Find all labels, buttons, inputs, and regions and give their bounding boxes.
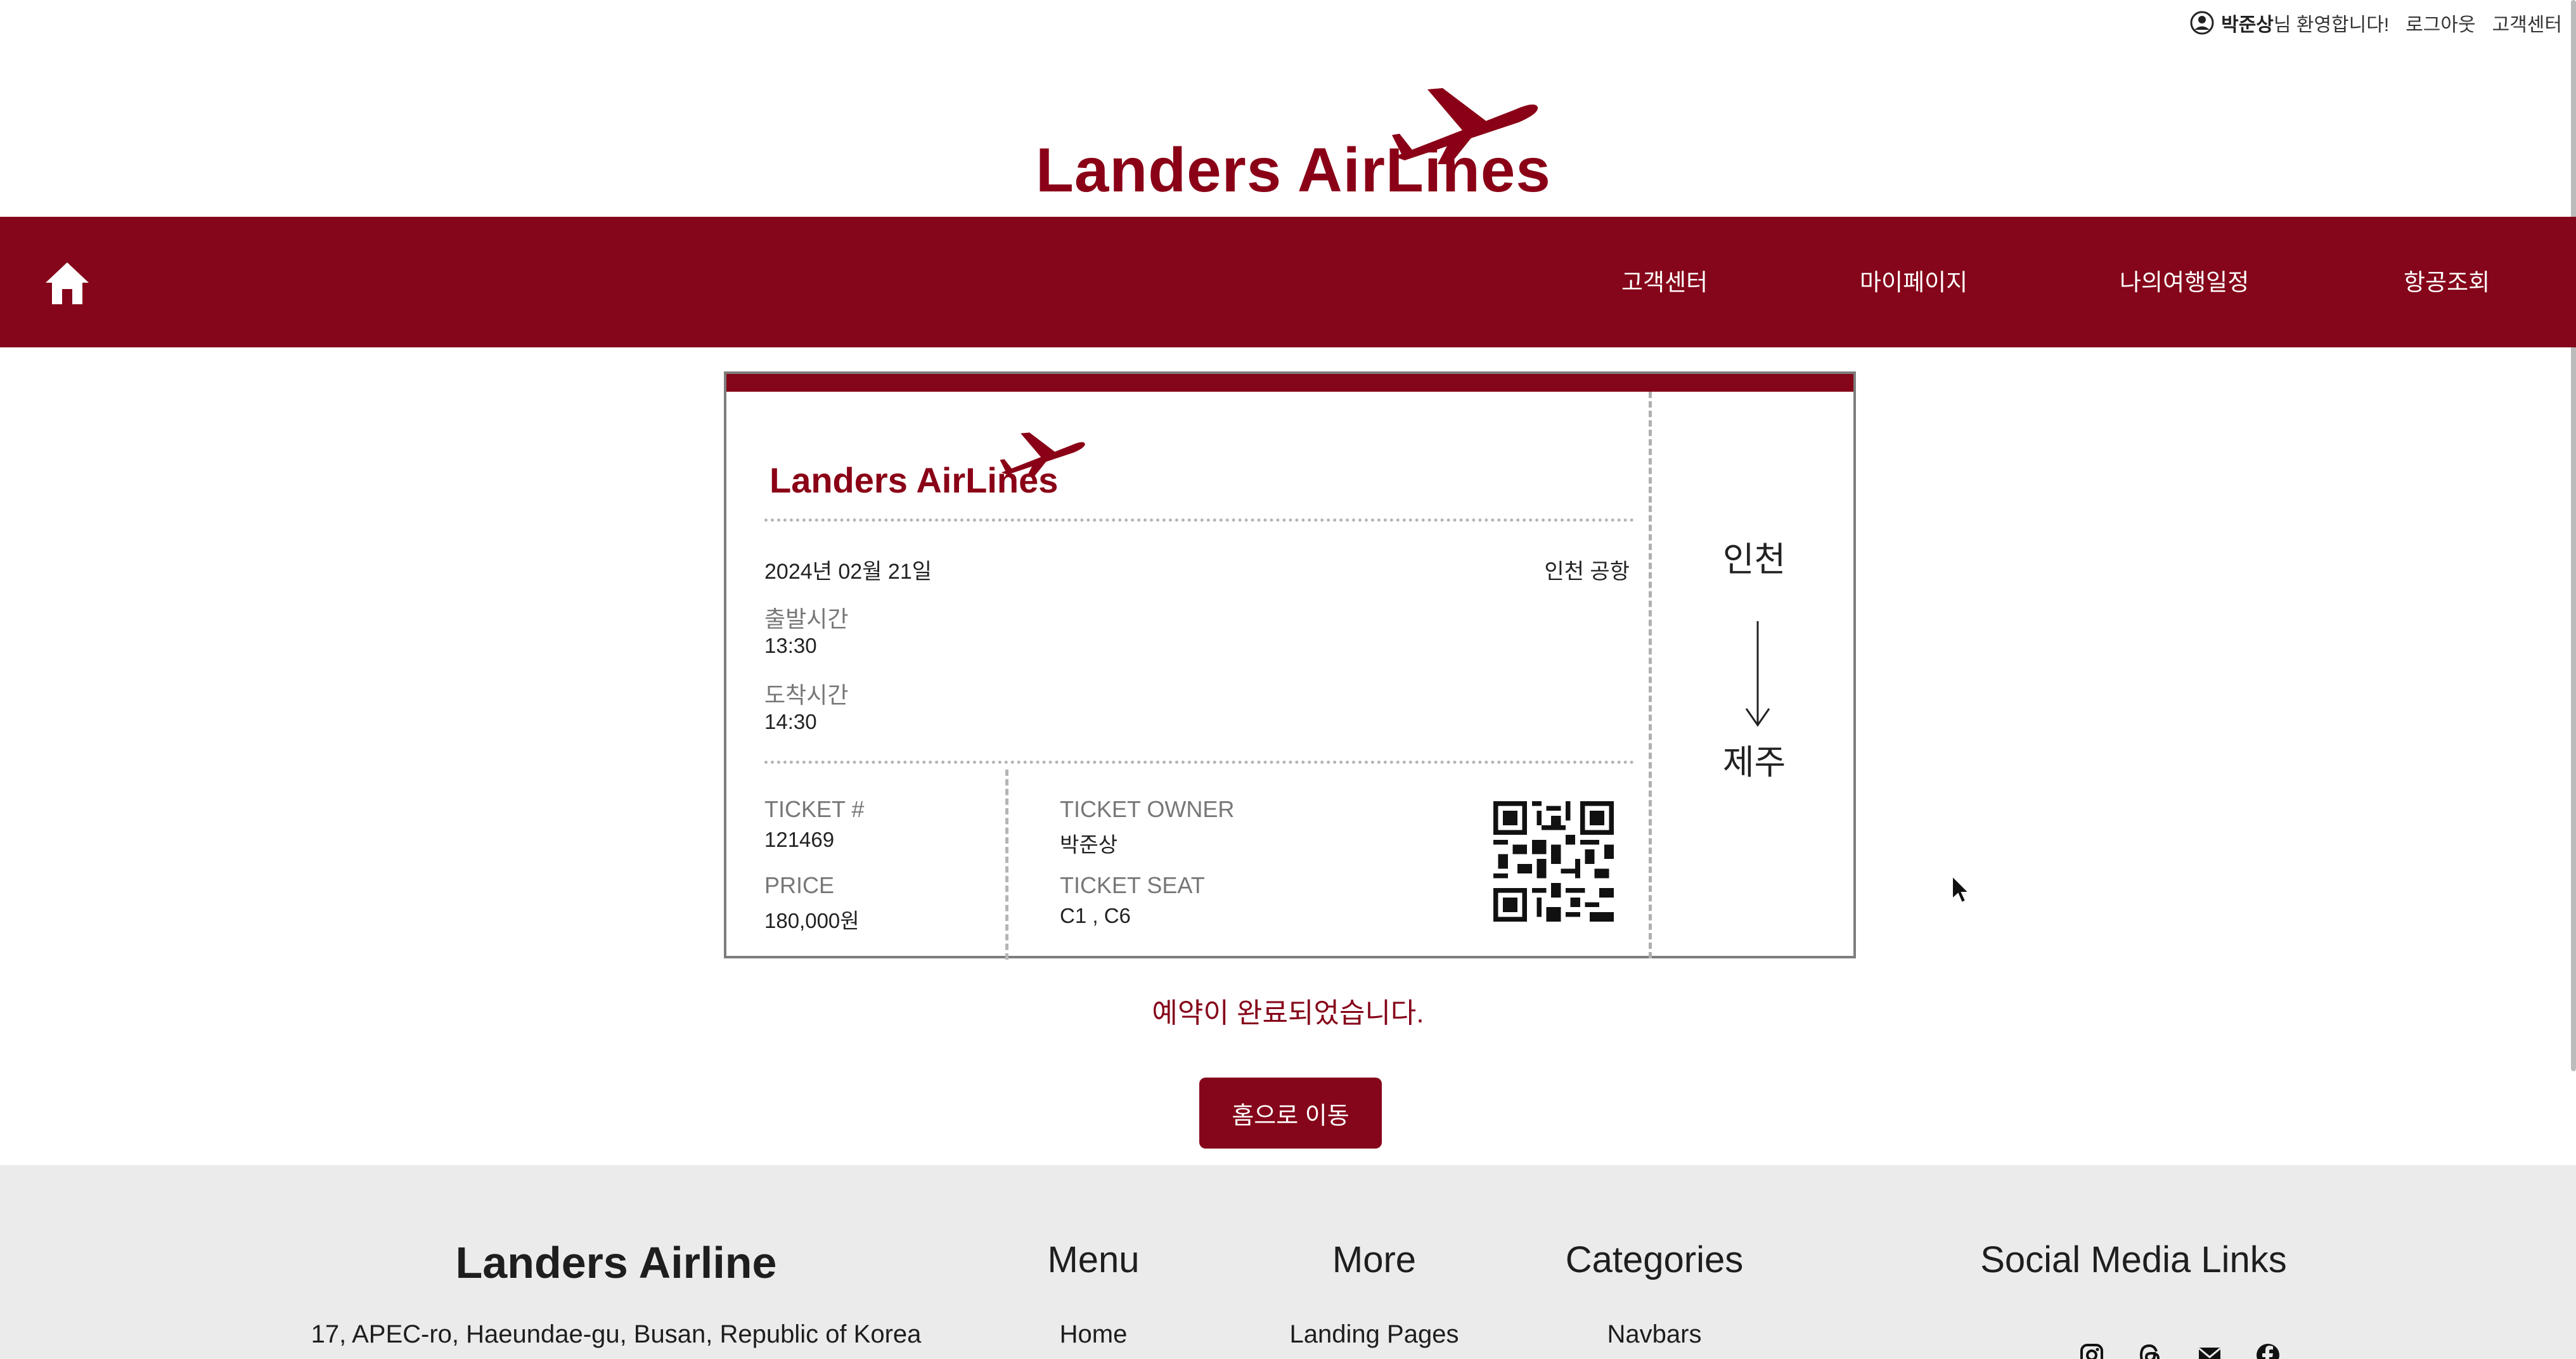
user-greeting: 박준상님 환영합니다! (2189, 9, 2389, 37)
flight-date: 2024년 02월 21일 (764, 560, 932, 584)
boarding-ticket: Landers AirLines 2024년 02월 21일 인천 공항 출발시… (724, 371, 1856, 960)
brand-logo-text: Landers AirLines (1036, 135, 1551, 205)
footer-link-home[interactable]: Home (1060, 1320, 1128, 1349)
departure-airport: 인천 공항 (1544, 560, 1630, 584)
ticket-seat-label: TICKET SEAT (1060, 872, 1205, 898)
arrow-down-icon (1745, 621, 1770, 727)
destination-city: 제주 (1722, 744, 1786, 782)
footer: Landers Airline 17, APEC-ro, Haeundae-gu… (0, 1165, 2576, 1359)
footer-link-navbars[interactable]: Navbars (1607, 1320, 1702, 1349)
top-utility-bar: 박준상님 환영합니다! 로그아웃 고객센터 (2189, 9, 2562, 37)
facebook-icon[interactable] (2255, 1343, 2281, 1359)
nav-item-my-trips[interactable]: 나의여행일정 (2120, 263, 2249, 297)
home-icon[interactable] (43, 259, 91, 307)
scrollbar[interactable] (2571, 0, 2576, 1071)
confirmation-message: 예약이 완료되었습니다. (1152, 998, 1424, 1029)
user-circle-icon (2190, 11, 2214, 35)
ticket-owner: 박준상 (1060, 833, 1118, 856)
footer-more-title: More (1332, 1239, 1417, 1280)
footer-social-title: Social Media Links (1980, 1239, 2287, 1280)
departure-label: 출발시간 (764, 606, 849, 632)
price-label: PRICE (764, 872, 835, 898)
ticket-seat: C1 , C6 (1060, 904, 1131, 927)
nav-item-support[interactable]: 고객센터 (1621, 263, 1708, 297)
ticket-top-strip (726, 374, 1853, 392)
footer-address: 17, APEC-ro, Haeundae-gu, Busan, Republi… (311, 1320, 922, 1348)
logout-link[interactable]: 로그아웃 (2405, 9, 2475, 37)
footer-menu-title: Menu (1047, 1239, 1140, 1280)
mail-icon[interactable] (2197, 1343, 2222, 1359)
threads-icon[interactable] (2137, 1343, 2163, 1359)
footer-link-landing-pages[interactable]: Landing Pages (1290, 1320, 1459, 1349)
divider-dashed-vertical (1005, 770, 1008, 960)
ticket-main: Landers AirLines 2024년 02월 21일 인천 공항 출발시… (726, 392, 1652, 960)
departure-time: 13:30 (764, 634, 817, 657)
nav-item-flight-search[interactable]: 항공조회 (2404, 263, 2490, 297)
divider-dotted-top (764, 518, 1634, 522)
instagram-icon[interactable] (2079, 1343, 2104, 1359)
welcome-text: 님 환영합니다! (2273, 15, 2390, 35)
divider-dotted-bottom (764, 761, 1634, 764)
support-link[interactable]: 고객센터 (2492, 9, 2562, 37)
ticket-owner-label: TICKET OWNER (1060, 796, 1235, 822)
user-name: 박준상 (2221, 15, 2274, 35)
brand-logo[interactable]: Landers AirLines (1033, 86, 1550, 212)
go-home-button[interactable]: 홈으로 이동 (1199, 1078, 1382, 1149)
ticket-logo: Landers AirLines (770, 431, 1086, 501)
price-value: 180,000원 (764, 909, 860, 932)
ticket-number: 121469 (764, 828, 835, 851)
mouse-cursor-icon (1952, 875, 1970, 904)
arrival-label: 도착시간 (764, 682, 849, 708)
ticket-number-label: TICKET # (764, 796, 865, 822)
qr-code-icon (1493, 801, 1614, 922)
ticket-stub: 인천 제주 (1655, 392, 1853, 958)
footer-brand: Landers Airline (455, 1238, 777, 1287)
main-navbar: 고객센터 마이페이지 나의여행일정 항공조회 (0, 217, 2576, 347)
ticket-logo-text: Landers AirLines (770, 460, 1059, 500)
origin-city: 인천 (1722, 541, 1786, 579)
nav-item-mypage[interactable]: 마이페이지 (1860, 263, 1967, 297)
footer-categories-title: Categories (1565, 1239, 1744, 1280)
arrival-time: 14:30 (764, 710, 817, 733)
